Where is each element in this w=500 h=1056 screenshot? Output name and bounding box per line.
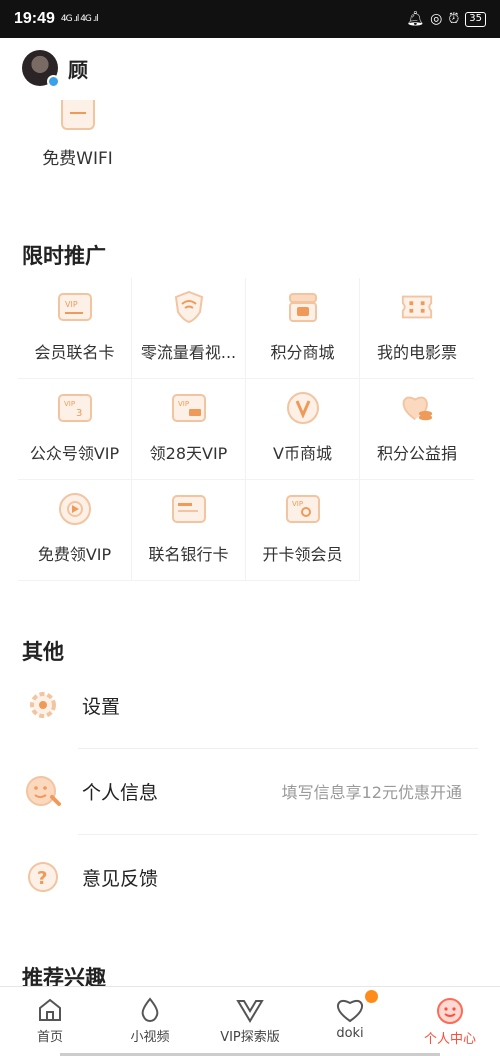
- personal-info-label: 个人信息: [82, 781, 159, 804]
- wifi-card-icon: [60, 100, 95, 130]
- promo-item-vcoin-store[interactable]: V币商城: [246, 379, 360, 480]
- tab-home[interactable]: 首页: [0, 987, 100, 1056]
- home-icon: [39, 998, 61, 1021]
- settings-label: 设置: [82, 695, 121, 718]
- promo-label: 联名银行卡: [148, 545, 229, 564]
- points-store-icon: [286, 290, 320, 324]
- vip-3-icon: VIP 3: [57, 391, 92, 425]
- smile-icon: [437, 998, 463, 1024]
- avatar[interactable]: [22, 50, 60, 88]
- bank-card-icon: [171, 492, 206, 526]
- tab-vip-explore[interactable]: VIP探索版: [200, 987, 300, 1056]
- vip-open-card-icon: VIP: [285, 492, 320, 526]
- svg-text:VIP: VIP: [178, 400, 189, 408]
- other-list: 设置 个人信息 填写信息享12元优惠开通 ? 意见反馈: [0, 662, 500, 920]
- promo-label: 领28天VIP: [149, 444, 228, 463]
- tab-short-video[interactable]: 小视频: [100, 987, 200, 1056]
- promo-item-free-vip[interactable]: 免费领VIP: [18, 480, 132, 581]
- promo-item-bank-card[interactable]: 联名银行卡: [132, 480, 246, 581]
- vcoin-icon: [286, 391, 320, 425]
- promo-item-official-vip[interactable]: VIP 3 公众号领VIP: [18, 379, 132, 480]
- svg-text:VIP: VIP: [64, 400, 75, 408]
- promo-label: V币商城: [273, 444, 332, 463]
- personal-info-row[interactable]: 个人信息 填写信息享12元优惠开通: [0, 748, 500, 834]
- svg-text:VIP: VIP: [292, 500, 303, 508]
- verified-badge: [47, 75, 60, 88]
- promo-label: 零流量看视...: [140, 343, 237, 362]
- promo-item-charity[interactable]: 积分公益捐: [360, 379, 474, 480]
- promo-label: 我的电影票: [376, 343, 457, 362]
- free-wifi-item[interactable]: 免费WIFI: [20, 100, 135, 169]
- tab-doki[interactable]: doki: [300, 987, 400, 1056]
- doki-icon: [336, 999, 364, 1023]
- svg-text:3: 3: [76, 408, 82, 419]
- promo-label: 开卡领会员: [262, 545, 343, 564]
- face-edit-icon: [24, 772, 62, 810]
- status-time: 19:49: [14, 10, 55, 27]
- tab-label: doki: [336, 1026, 364, 1041]
- drop-icon: [141, 997, 159, 1023]
- alarm-icon: ⏰︎: [448, 11, 460, 27]
- profile-header[interactable]: 顾: [22, 50, 88, 88]
- promo-label: 免费领VIP: [37, 545, 112, 564]
- notification-dot: [365, 990, 378, 1003]
- gear-icon: [24, 686, 62, 724]
- lock-icon: ◎: [430, 11, 443, 27]
- promo-item-zero-data[interactable]: 零流量看视...: [132, 278, 246, 379]
- promo-label: 公众号领VIP: [29, 444, 120, 463]
- user-name: 顾: [68, 57, 88, 82]
- tab-label: 个人中心: [423, 1032, 476, 1047]
- bottom-tab-bar: 首页 小视频 VIP探索版 doki 个人中心: [0, 986, 500, 1056]
- heart-coin-icon: [400, 391, 434, 425]
- feedback-label: 意见反馈: [82, 867, 159, 890]
- vip-card-icon: VIP: [57, 290, 92, 324]
- tab-label: 首页: [36, 1030, 63, 1045]
- promo-item-28day-vip[interactable]: VIP 领28天VIP: [132, 379, 246, 480]
- svg-text:VIP: VIP: [65, 300, 78, 309]
- promo-label: 积分商城: [270, 343, 335, 362]
- promo-item-open-card[interactable]: VIP 开卡领会员: [246, 480, 360, 581]
- free-wifi-label: 免费WIFI: [42, 149, 113, 169]
- promo-item-member-card[interactable]: VIP 会员联名卡: [18, 278, 132, 379]
- settings-row[interactable]: 设置: [0, 662, 500, 748]
- promo-section-title: 限时推广: [22, 244, 106, 268]
- promo-label: 积分公益捐: [376, 444, 457, 463]
- svg-text:?: ?: [37, 868, 47, 889]
- gift-icon: [58, 492, 92, 526]
- status-bar: 19:49 4G .ıl 4G .ıl 🔔︎ ◎ ⏰︎ 35: [0, 0, 500, 38]
- personal-info-hint: 填写信息享12元优惠开通: [281, 783, 462, 802]
- status-icons: 🔔︎ ◎ ⏰︎ 35: [406, 11, 486, 27]
- promo-grid: VIP 会员联名卡 零流量看视... 积分商城 我的电影票 VIP 3 公众号领V…: [18, 278, 474, 581]
- question-icon: ?: [24, 858, 62, 896]
- promo-grid-empty-cell: [360, 480, 474, 581]
- promo-label: 会员联名卡: [34, 343, 115, 362]
- vip-crown-icon: [236, 1000, 264, 1023]
- shield-wifi-icon: [172, 290, 206, 324]
- bell-icon: 🔔︎: [406, 11, 425, 27]
- tab-profile[interactable]: 个人中心: [400, 987, 500, 1056]
- vip-28-icon: VIP: [171, 391, 206, 425]
- promo-item-points-store[interactable]: 积分商城: [246, 278, 360, 379]
- battery-level: 35: [465, 11, 486, 27]
- tab-label: 小视频: [130, 1030, 170, 1045]
- promo-item-movie-ticket[interactable]: 我的电影票: [360, 278, 474, 379]
- signal-indicator: 4G .ıl 4G .ıl: [60, 14, 99, 24]
- tab-label: VIP探索版: [220, 1030, 280, 1045]
- ticket-icon: [400, 290, 434, 324]
- feedback-row[interactable]: ? 意见反馈: [0, 834, 500, 920]
